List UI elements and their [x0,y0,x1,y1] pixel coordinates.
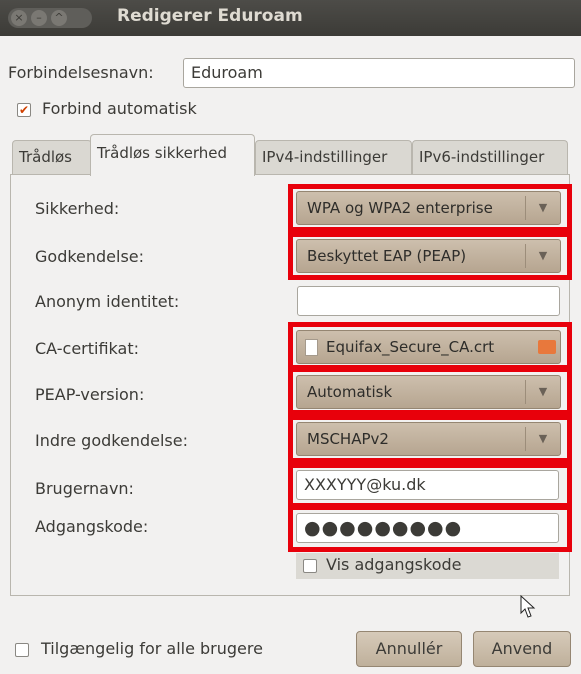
chevron-down-icon: ▼ [525,196,560,220]
anonymous-identity-label: Anonym identitet: [35,292,180,311]
connection-name-input[interactable]: Eduroam [183,58,575,88]
window-controls: × – ^ [8,8,92,28]
auto-connect-label: Forbind automatisk [42,99,197,118]
security-combo-value: WPA og WPA2 enterprise [307,199,493,217]
inner-authentication-combo[interactable]: MSCHAPv2 ▼ [296,422,561,456]
window-title: Redigerer Eduroam [117,6,303,26]
maximize-window-button[interactable]: ^ [51,10,67,26]
security-label: Sikkerhed: [35,199,120,218]
show-password-checkbox[interactable] [303,559,317,573]
connection-name-label: Forbindelsesnavn: [8,63,154,82]
tab-wireless-security[interactable]: Trådløs sikkerhed [90,134,255,176]
dialog-window: × – ^ Redigerer Eduroam Forbindelsesnavn… [0,0,581,674]
title-bar: × – ^ Redigerer Eduroam [0,0,581,36]
authentication-combo-value: Beskyttet EAP (PEAP) [307,247,467,265]
tab-ipv4[interactable]: IPv4-indstillinger [255,140,412,174]
peap-version-combo[interactable]: Automatisk ▼ [296,375,561,409]
inner-authentication-label: Indre godkendelse: [35,431,188,450]
all-users-label: Tilgængelig for alle brugere [41,639,263,658]
password-label: Adgangskode: [35,517,149,536]
authentication-combo[interactable]: Beskyttet EAP (PEAP) ▼ [296,239,561,273]
inner-authentication-value: MSCHAPv2 [307,430,389,448]
ca-certificate-chooser[interactable]: Equifax_Secure_CA.crt [296,330,561,364]
minimize-window-button[interactable]: – [31,10,47,26]
peap-version-label: PEAP-version: [35,385,145,404]
chevron-down-icon: ▼ [525,380,560,404]
anonymous-identity-input[interactable] [297,286,560,316]
ca-certificate-label: CA-certifikat: [35,339,140,358]
password-input[interactable]: ●●●●●●●●● [296,513,559,543]
all-users-checkbox[interactable] [15,643,29,657]
show-password-label: Vis adgangskode [326,555,462,574]
username-input[interactable]: XXXYYY@ku.dk [296,470,559,500]
chevron-down-icon: ▼ [525,427,560,451]
security-combo[interactable]: WPA og WPA2 enterprise ▼ [296,191,561,225]
chevron-down-icon: ▼ [525,244,560,268]
authentication-label: Godkendelse: [35,247,145,266]
cancel-button[interactable]: Annullér [356,631,462,667]
apply-button[interactable]: Anvend [473,631,571,667]
file-icon [305,339,318,356]
ca-certificate-value: Equifax_Secure_CA.crt [326,338,495,356]
tab-wireless[interactable]: Trådløs [12,140,92,174]
folder-icon [538,340,556,354]
username-label: Brugernavn: [35,479,134,498]
close-window-button[interactable]: × [11,10,27,26]
peap-version-value: Automatisk [307,383,393,401]
auto-connect-checkbox[interactable]: ✔ [17,103,31,117]
mouse-cursor-icon [520,595,536,618]
tab-ipv6[interactable]: IPv6-indstillinger [412,140,568,174]
